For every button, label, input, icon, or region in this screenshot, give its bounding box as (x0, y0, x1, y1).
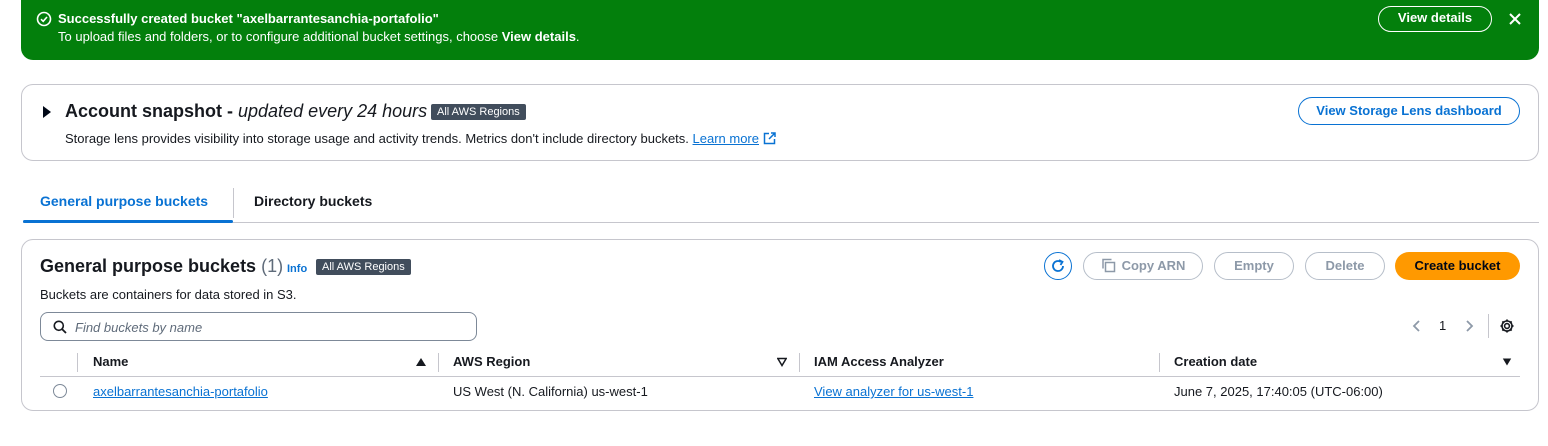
snapshot-description-text: Storage lens provides visibility into st… (65, 131, 693, 146)
flash-message-bold: View details (501, 29, 576, 44)
learn-more-link[interactable]: Learn more (693, 131, 759, 146)
snapshot-title[interactable]: Account snapshot - updated every 24 hour… (65, 101, 427, 122)
tabs-baseline (23, 222, 1539, 223)
delete-button[interactable]: Delete (1305, 252, 1385, 280)
region-badge: All AWS Regions (431, 104, 526, 120)
column-region[interactable]: AWS Region (453, 354, 530, 369)
tab-general-purpose[interactable]: General purpose buckets (40, 193, 208, 209)
info-link[interactable]: Info (287, 263, 307, 275)
column-divider (77, 353, 78, 372)
bucket-name-link[interactable]: axelbarrantesanchia-portafolio (93, 384, 268, 399)
search-icon (53, 320, 67, 334)
snapshot-description: Storage lens provides visibility into st… (65, 131, 776, 146)
search-input[interactable] (75, 317, 465, 337)
flash-title: Successfully created bucket "axelbarrant… (58, 11, 439, 26)
close-icon[interactable] (1507, 11, 1523, 27)
region-badge: All AWS Regions (316, 259, 411, 275)
copy-icon (1101, 258, 1115, 273)
refresh-button[interactable] (1044, 252, 1072, 280)
empty-button[interactable]: Empty (1214, 252, 1294, 280)
snapshot-title-text: Account snapshot - (65, 101, 239, 121)
account-snapshot-panel: Account snapshot - updated every 24 hour… (21, 84, 1539, 161)
chevron-left-icon[interactable] (1411, 319, 1423, 333)
table-row: axelbarrantesanchia-portafolio US West (… (40, 377, 1520, 405)
flash-message: To upload files and folders, or to confi… (58, 29, 580, 44)
sort-descending-icon[interactable] (1502, 357, 1512, 367)
buckets-description: Buckets are containers for data stored i… (40, 287, 297, 302)
external-link-icon (763, 132, 776, 145)
gear-icon[interactable] (1499, 318, 1515, 334)
bucket-tabs: General purpose buckets Directory bucket… (23, 185, 1539, 224)
active-tab-indicator (23, 220, 233, 223)
view-details-button[interactable]: View details (1378, 6, 1492, 32)
buckets-panel: General purpose buckets (1) Info All AWS… (21, 239, 1539, 411)
success-flashbar: Successfully created bucket "axelbarrant… (21, 0, 1539, 60)
sort-ascending-icon[interactable] (416, 357, 426, 367)
view-analyzer-link[interactable]: View analyzer for us-west-1 (814, 384, 973, 399)
tab-directory[interactable]: Directory buckets (254, 193, 372, 209)
creation-date: June 7, 2025, 17:40:05 (UTC-06:00) (1174, 384, 1383, 399)
bucket-region: US West (N. California) us-west-1 (453, 384, 648, 399)
sort-descending-icon[interactable] (777, 357, 787, 367)
column-divider (438, 353, 439, 372)
flash-message-text: To upload files and folders, or to confi… (58, 29, 502, 44)
column-creation-date[interactable]: Creation date (1174, 354, 1257, 369)
copy-arn-label: Copy ARN (1121, 258, 1186, 273)
column-name[interactable]: Name (93, 354, 128, 369)
buckets-title: General purpose buckets (1) (40, 256, 283, 277)
chevron-right-icon[interactable] (1463, 319, 1475, 333)
row-select-radio[interactable] (53, 384, 67, 398)
table-header: Name AWS Region IAM Access Analyzer Crea… (40, 348, 1520, 377)
check-circle-icon (36, 11, 52, 27)
copy-arn-button[interactable]: Copy ARN (1083, 252, 1203, 280)
page-number[interactable]: 1 (1439, 318, 1446, 333)
create-bucket-button[interactable]: Create bucket (1395, 252, 1520, 280)
pager-divider (1488, 314, 1489, 338)
expand-caret-icon[interactable] (42, 106, 52, 118)
search-box (40, 312, 477, 341)
column-analyzer[interactable]: IAM Access Analyzer (814, 354, 944, 369)
flash-message-end: . (575, 29, 580, 44)
tab-divider (233, 188, 234, 218)
view-storage-lens-button[interactable]: View Storage Lens dashboard (1298, 97, 1520, 125)
bucket-count: (1) (261, 256, 284, 276)
buckets-title-text: General purpose buckets (40, 256, 257, 276)
refresh-icon (1052, 259, 1064, 272)
column-divider (1159, 353, 1160, 372)
column-divider (799, 353, 800, 372)
snapshot-title-italic: updated every 24 hours (238, 101, 428, 121)
